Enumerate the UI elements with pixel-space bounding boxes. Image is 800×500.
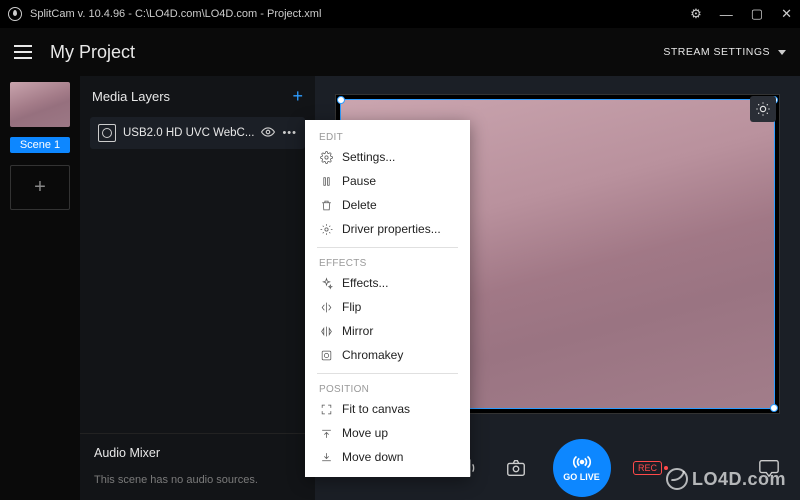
menu-item-mirror[interactable]: Mirror xyxy=(305,319,470,343)
move-down-icon xyxy=(319,450,333,464)
menu-section-edit: EDIT xyxy=(305,128,470,145)
visibility-toggle-icon[interactable] xyxy=(261,125,275,142)
audio-mixer-empty-text: This scene has no audio sources. xyxy=(94,474,301,486)
titlebar: SplitCam v. 10.4.96 - C:\LO4D.com\LO4D.c… xyxy=(0,0,800,28)
app-icon xyxy=(8,7,22,21)
layer-name: USB2.0 HD UVC WebC... xyxy=(123,127,254,139)
menu-item-move-down[interactable]: Move down xyxy=(305,445,470,469)
move-up-icon xyxy=(319,426,333,440)
scene-label[interactable]: Scene 1 xyxy=(10,137,70,153)
gear-icon xyxy=(319,150,333,164)
menu-section-position: POSITION xyxy=(305,380,470,397)
menu-item-move-up[interactable]: Move up xyxy=(305,421,470,445)
menu-item-fit-to-canvas[interactable]: Fit to canvas xyxy=(305,397,470,421)
mirror-icon xyxy=(319,324,333,338)
trash-icon xyxy=(319,198,333,212)
record-button[interactable]: REC xyxy=(637,457,659,479)
layer-context-menu: EDIT Settings... Pause Delete Driver pro… xyxy=(305,120,470,477)
fit-icon xyxy=(319,402,333,416)
stream-settings-button[interactable]: STREAM SETTINGS xyxy=(663,46,786,58)
audio-mixer-title: Audio Mixer xyxy=(94,446,301,460)
scenes-panel: Scene 1 + xyxy=(0,76,80,500)
menu-item-effects[interactable]: Effects... xyxy=(305,271,470,295)
layers-panel: Media Layers + USB2.0 HD UVC WebC... •••… xyxy=(80,76,315,500)
chat-button[interactable] xyxy=(758,457,780,479)
menu-button[interactable] xyxy=(14,45,32,59)
brightness-button[interactable] xyxy=(750,96,776,122)
maximize-button[interactable]: ▢ xyxy=(751,6,763,22)
gear-icon xyxy=(319,222,333,236)
layer-more-button[interactable]: ••• xyxy=(282,127,297,139)
webcam-icon xyxy=(98,124,116,142)
add-layer-button[interactable]: + xyxy=(292,86,303,107)
menu-item-settings[interactable]: Settings... xyxy=(305,145,470,169)
resize-handle-tl[interactable] xyxy=(337,96,345,104)
settings-icon[interactable]: ⚙ xyxy=(690,6,702,22)
go-live-button[interactable]: GO LIVE xyxy=(553,439,611,497)
layer-item[interactable]: USB2.0 HD UVC WebC... ••• xyxy=(90,117,305,149)
sparkle-icon xyxy=(319,276,333,290)
menu-item-pause[interactable]: Pause xyxy=(305,169,470,193)
header: My Project STREAM SETTINGS xyxy=(0,28,800,76)
layers-title: Media Layers xyxy=(92,89,170,104)
go-live-label: GO LIVE xyxy=(563,472,600,482)
window-title: SplitCam v. 10.4.96 - C:\LO4D.com\LO4D.c… xyxy=(30,8,682,20)
menu-item-chromakey[interactable]: Chromakey xyxy=(305,343,470,367)
resize-handle-br[interactable] xyxy=(770,404,778,412)
minimize-button[interactable]: — xyxy=(720,7,733,22)
menu-section-effects: EFFECTS xyxy=(305,254,470,271)
flip-icon xyxy=(319,300,333,314)
add-scene-button[interactable]: + xyxy=(10,165,70,210)
menu-item-driver-properties[interactable]: Driver properties... xyxy=(305,217,470,241)
scene-thumbnail[interactable] xyxy=(10,82,70,127)
chromakey-icon xyxy=(319,348,333,362)
app-window: SplitCam v. 10.4.96 - C:\LO4D.com\LO4D.c… xyxy=(0,0,800,500)
menu-item-delete[interactable]: Delete xyxy=(305,193,470,217)
chevron-down-icon xyxy=(778,50,786,55)
menu-item-flip[interactable]: Flip xyxy=(305,295,470,319)
project-title: My Project xyxy=(50,42,663,63)
screenshot-button[interactable] xyxy=(505,457,527,479)
close-button[interactable]: ✕ xyxy=(781,6,792,22)
pause-icon xyxy=(319,174,333,188)
stream-settings-label: STREAM SETTINGS xyxy=(663,46,770,58)
audio-mixer-panel: Audio Mixer This scene has no audio sour… xyxy=(80,433,315,500)
